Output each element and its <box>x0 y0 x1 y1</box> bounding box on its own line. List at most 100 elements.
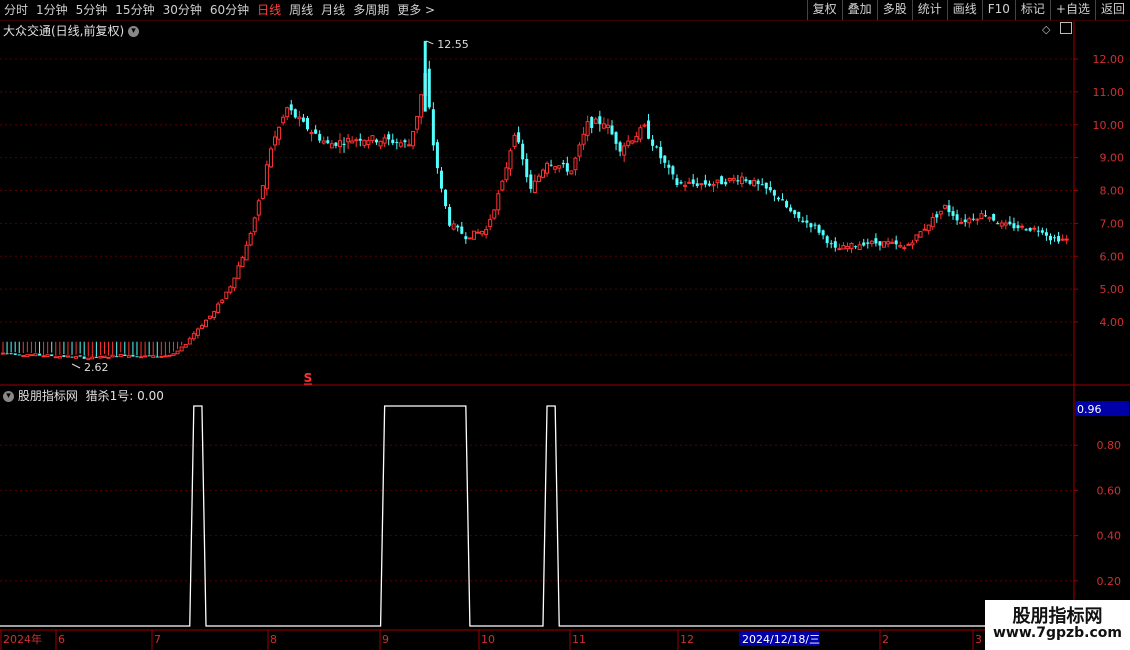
candle-body <box>167 354 172 357</box>
candle-body <box>57 356 62 359</box>
candle-body <box>50 354 54 357</box>
max-price-pointer <box>426 40 434 45</box>
candle-body <box>695 183 699 187</box>
candle-body <box>431 109 435 146</box>
candle-body <box>98 355 103 359</box>
candle-body <box>391 139 395 144</box>
candle-body <box>793 210 797 215</box>
candle-body <box>444 189 448 207</box>
time-tick-label: 10 <box>481 633 495 646</box>
candle-body <box>642 124 647 127</box>
watermark-logo: 股朋指标网 www.7gpzb.com <box>985 600 1130 650</box>
candle-body <box>90 356 95 360</box>
candle-body <box>366 140 371 146</box>
candle-body <box>191 333 196 340</box>
candle-body <box>951 211 955 216</box>
candle-body <box>1036 230 1040 232</box>
candle-body <box>375 139 379 143</box>
candle-body <box>370 135 375 141</box>
candle-body <box>739 176 744 185</box>
candle-body <box>874 238 878 244</box>
candle-body <box>601 123 606 129</box>
candle-body <box>467 237 472 240</box>
candle-body <box>866 242 870 244</box>
time-tick-label: 8 <box>270 633 277 646</box>
candle-body <box>699 183 704 186</box>
candle-body <box>329 143 334 149</box>
candle-body <box>841 245 846 250</box>
candle-body <box>882 241 887 248</box>
candle-body <box>175 350 180 355</box>
candle-body <box>126 355 131 358</box>
time-tick-label: 2 <box>882 633 889 646</box>
candle-body <box>785 201 789 208</box>
candle-body <box>789 207 793 212</box>
candle-body <box>622 145 627 156</box>
candle-body <box>135 356 139 358</box>
candle-body <box>955 214 959 221</box>
candle-body <box>918 231 923 238</box>
candle-body <box>926 224 931 232</box>
candle-body <box>41 355 46 358</box>
candle-body <box>890 241 895 244</box>
candle-body <box>922 228 927 231</box>
candle-body <box>529 174 533 189</box>
candle-body <box>415 115 420 130</box>
candle-body <box>419 94 424 118</box>
candle-body <box>667 164 671 168</box>
candle-body <box>439 170 443 189</box>
candle-body <box>289 104 293 111</box>
candle-body <box>480 230 485 235</box>
candle-body <box>801 220 805 223</box>
candle-body <box>521 143 525 160</box>
chart-canvas[interactable]: 12.55 2.62 S 12.00 11.00 10.00 9.00 8.00 7.00 6.… <box>0 0 1130 650</box>
candle-body <box>691 179 695 184</box>
candle-body <box>123 354 127 356</box>
candle-body <box>318 134 322 141</box>
price-tick-label: 12.00 <box>1093 53 1125 66</box>
candle-body <box>707 183 711 186</box>
candle-body <box>260 185 265 199</box>
candle-body <box>460 226 464 234</box>
price-tick-label: 11.00 <box>1093 86 1125 99</box>
candle-body <box>894 240 898 245</box>
candle-body <box>833 241 837 248</box>
candle-body <box>1024 229 1028 231</box>
candle-body <box>593 118 598 124</box>
candle-body <box>971 218 975 220</box>
candle-body <box>938 210 943 215</box>
candle-body <box>387 134 391 140</box>
candle-body <box>159 355 164 358</box>
candle-body <box>967 218 972 224</box>
candle-body <box>760 184 764 186</box>
candle-body <box>992 214 996 221</box>
candle-body <box>277 126 282 140</box>
candle-body <box>70 356 74 358</box>
candle-body <box>21 354 26 357</box>
candle-body <box>963 219 967 223</box>
candle-body <box>33 353 38 357</box>
candle-body <box>1064 238 1069 241</box>
candle-body <box>752 179 757 187</box>
candle-body <box>671 166 675 175</box>
candle-body <box>553 166 558 170</box>
candle-body <box>183 344 188 348</box>
candle-body <box>703 180 707 185</box>
candle-body <box>517 132 521 143</box>
candle-body <box>598 116 602 125</box>
price-tick-label: 4.00 <box>1100 316 1125 329</box>
candle-body <box>504 167 509 181</box>
candle-body <box>655 146 659 148</box>
candle-body <box>155 356 159 358</box>
candle-body <box>910 242 915 246</box>
candle-body <box>9 353 13 355</box>
candle-body <box>398 142 403 147</box>
candle-body <box>110 354 115 358</box>
candle-body <box>1060 238 1065 241</box>
candle-body <box>1020 225 1025 228</box>
candle-body <box>573 157 578 171</box>
candle-body <box>314 129 318 134</box>
candle-body <box>306 117 309 130</box>
price-tick-label: 10.00 <box>1093 119 1125 132</box>
price-tick-label: 7.00 <box>1100 217 1125 230</box>
